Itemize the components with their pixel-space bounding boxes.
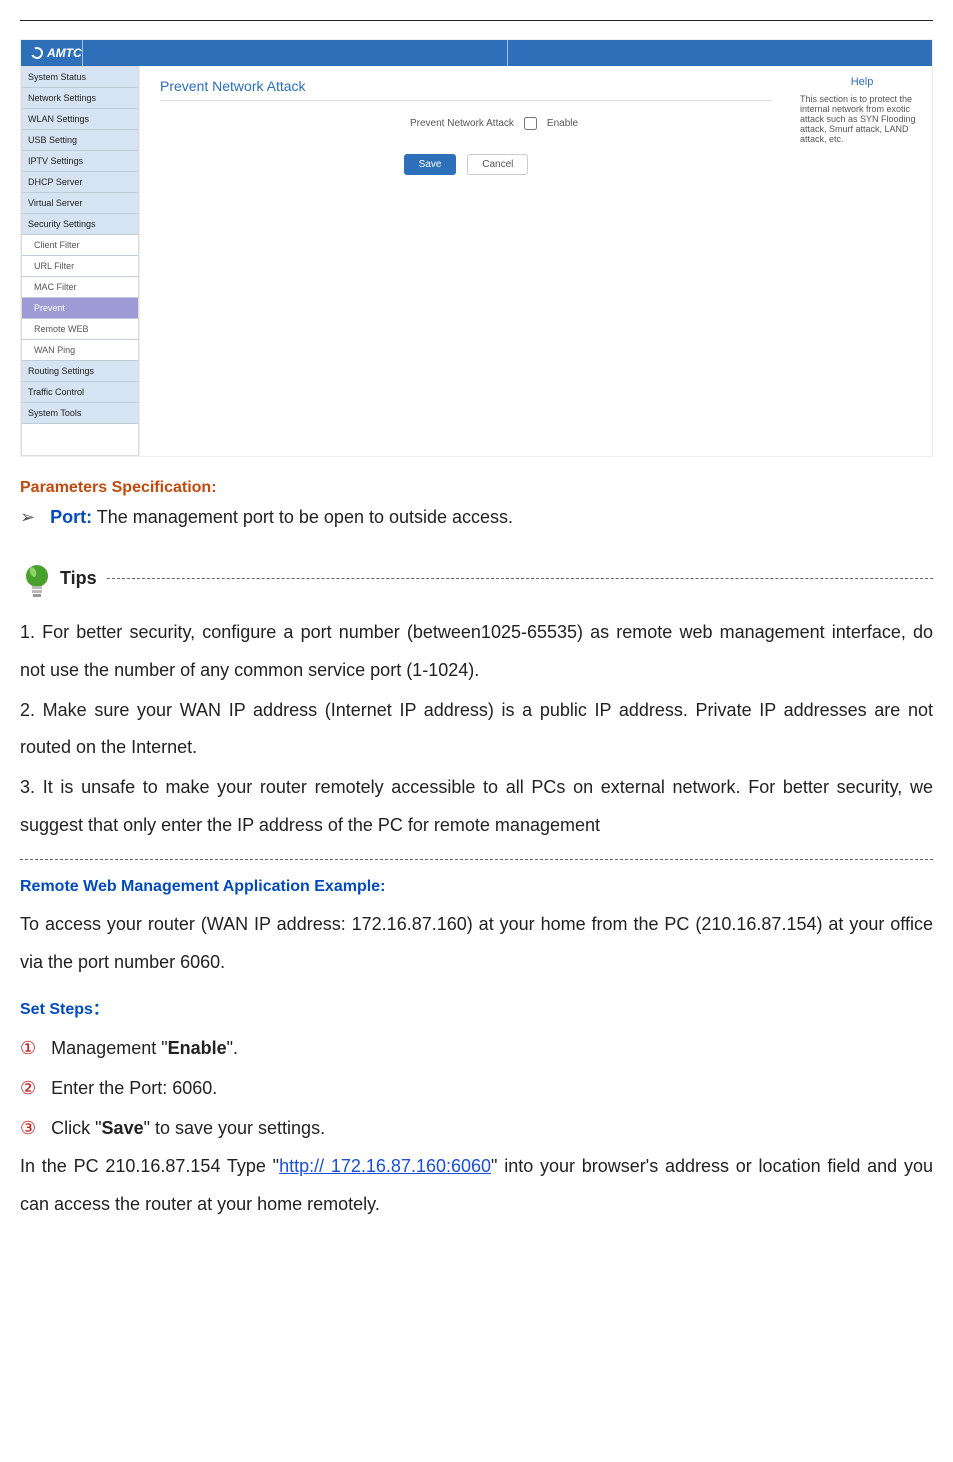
step2-text: Enter the Port: 6060.	[51, 1078, 217, 1098]
step3-pre: Click "	[51, 1118, 101, 1138]
sidebar-item-virtual-server[interactable]: Virtual Server	[22, 193, 138, 214]
router-header: AMTC	[21, 40, 932, 66]
tips-row: Tips	[20, 556, 933, 600]
tips-body: 1. For better security, configure a port…	[20, 614, 933, 845]
parameters-spec-heading: Parameters Specification:	[20, 479, 933, 497]
set-steps-heading: Set Steps：	[20, 995, 933, 1019]
form-row: Prevent Network Attack Enable	[160, 117, 772, 130]
router-admin-screenshot: AMTC System Status Network Settings WLAN…	[20, 39, 933, 457]
port-label: Port:	[50, 507, 92, 527]
tip-1: 1. For better security, configure a port…	[20, 614, 933, 690]
sidebar-item-url-filter[interactable]: URL Filter	[22, 256, 138, 277]
step1-pre: Management "	[51, 1038, 167, 1058]
header-segment	[507, 40, 932, 66]
final-pre: In the PC 210.16.87.154 Type "	[20, 1156, 279, 1176]
example-paragraph: To access your router (WAN IP address: 1…	[20, 906, 933, 982]
logo-text: AMTC	[47, 46, 82, 60]
sidebar-item-security-settings[interactable]: Security Settings	[22, 214, 138, 235]
final-paragraph: In the PC 210.16.87.154 Type "http:// 17…	[20, 1148, 933, 1224]
sidebar-item-remote-web[interactable]: Remote WEB	[22, 319, 138, 340]
tip-2: 2. Make sure your WAN IP address (Intern…	[20, 692, 933, 768]
port-line: ➢ Port: The management port to be open t…	[20, 507, 933, 528]
logo-icon	[29, 45, 44, 60]
top-rule	[20, 20, 933, 21]
panel-title: Prevent Network Attack	[160, 78, 772, 101]
dashed-line	[107, 578, 933, 579]
circled-2: ②	[20, 1078, 36, 1098]
circled-3: ③	[20, 1118, 36, 1138]
sidebar-item-wan-ping[interactable]: WAN Ping	[22, 340, 138, 361]
tip-3: 3. It is unsafe to make your router remo…	[20, 769, 933, 845]
step3-post: " to save your settings.	[144, 1118, 325, 1138]
arrow-icon: ➢	[20, 507, 35, 527]
help-text: This section is to protect the internal …	[800, 94, 924, 144]
prevent-label: Prevent Network Attack	[354, 118, 514, 129]
step-1: ① Management "Enable".	[20, 1029, 933, 1069]
step1-bold: Enable	[168, 1038, 227, 1058]
example-text: To access your router (WAN IP address: 1…	[20, 906, 933, 982]
help-title: Help	[800, 76, 924, 88]
button-row: Save Cancel	[160, 154, 772, 175]
main-panel: Prevent Network Attack Prevent Network A…	[139, 66, 792, 456]
sidebar-item-mac-filter[interactable]: MAC Filter	[22, 277, 138, 298]
sidebar-item-dhcp-server[interactable]: DHCP Server	[22, 172, 138, 193]
sidebar-item-usb-setting[interactable]: USB Setting	[22, 130, 138, 151]
port-desc: The management port to be open to outsid…	[92, 507, 513, 527]
sidebar-item-routing-settings[interactable]: Routing Settings	[22, 361, 138, 382]
sidebar-item-client-filter[interactable]: Client Filter	[22, 235, 138, 256]
router-body: System Status Network Settings WLAN Sett…	[21, 66, 932, 456]
step1-post: ".	[227, 1038, 238, 1058]
step-2: ② Enter the Port: 6060.	[20, 1069, 933, 1109]
header-segment	[82, 40, 507, 66]
sidebar-item-iptv-settings[interactable]: IPTV Settings	[22, 151, 138, 172]
tips-label: Tips	[60, 568, 97, 589]
sidebar: System Status Network Settings WLAN Sett…	[21, 66, 139, 456]
help-panel: Help This section is to protect the inte…	[792, 66, 932, 456]
sidebar-item-system-status[interactable]: System Status	[22, 67, 138, 88]
save-button[interactable]: Save	[404, 154, 457, 175]
router-logo: AMTC	[21, 46, 82, 60]
sidebar-item-network-settings[interactable]: Network Settings	[22, 88, 138, 109]
sidebar-item-prevent[interactable]: Prevent	[22, 298, 138, 319]
sidebar-item-system-tools[interactable]: System Tools	[22, 403, 138, 424]
circled-1: ①	[20, 1038, 36, 1058]
enable-label: Enable	[547, 118, 578, 129]
lightbulb-icon	[20, 556, 54, 600]
step3-bold: Save	[102, 1118, 144, 1138]
sidebar-item-traffic-control[interactable]: Traffic Control	[22, 382, 138, 403]
enable-checkbox[interactable]	[524, 117, 537, 130]
step-3: ③ Click "Save" to save your settings.	[20, 1109, 933, 1149]
example-heading: Remote Web Management Application Exampl…	[20, 878, 933, 896]
example-url-link[interactable]: http:// 172.16.87.160:6060	[279, 1156, 491, 1176]
sidebar-item-wlan-settings[interactable]: WLAN Settings	[22, 109, 138, 130]
dashed-separator	[20, 859, 933, 860]
cancel-button[interactable]: Cancel	[467, 154, 528, 175]
